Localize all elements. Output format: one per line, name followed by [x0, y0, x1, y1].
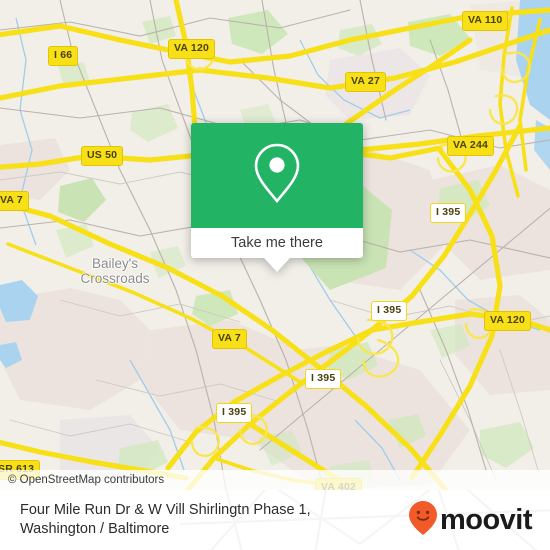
map-canvas[interactable]: .park { fill:#cfe8bb; } .wood { fill:#c9… [0, 0, 550, 490]
shield-i-395-d[interactable]: I 395 [216, 403, 253, 423]
shield-i-395-b[interactable]: I 395 [371, 301, 408, 321]
shield-i-395-a[interactable]: I 395 [430, 203, 467, 223]
place-label-bailey-s-crossroads: Bailey's Crossroads [80, 256, 150, 286]
shield-va-120-b[interactable]: VA 120 [484, 311, 532, 331]
shield-va-120[interactable]: VA 120 [168, 39, 216, 59]
stop-title: Four Mile Run Dr & W Vill Shirlingtn Pha… [20, 502, 311, 537]
shield-i-66[interactable]: I 66 [48, 46, 79, 66]
moovit-wordmark: moovit [439, 503, 533, 536]
shield-va-7-a[interactable]: VA 7 [0, 191, 29, 211]
shield-va-7-b[interactable]: VA 7 [212, 329, 247, 349]
map-pin-icon [251, 141, 303, 210]
shield-va-27[interactable]: VA 27 [345, 72, 387, 92]
osm-attribution[interactable]: © OpenStreetMap contributors [0, 470, 550, 490]
bottom-info-bar: Four Mile Run Dr & W Vill Shirlingtn Pha… [0, 490, 550, 550]
moovit-smiley-pin-icon [408, 500, 438, 541]
popup-tail-pointer [264, 258, 290, 272]
popup-footer[interactable]: Take me there [191, 228, 363, 272]
shield-i-395-c[interactable]: I 395 [305, 369, 342, 389]
stop-popup-card[interactable]: Take me there [191, 123, 363, 272]
moovit-logo[interactable]: moovit [408, 500, 536, 541]
take-me-there-label: Take me there [231, 235, 323, 251]
shield-va-110[interactable]: VA 110 [462, 11, 509, 31]
shield-va-244[interactable]: VA 244 [447, 136, 495, 156]
popup-header [191, 123, 363, 228]
moovit-stop-map-screen: .park { fill:#cfe8bb; } .wood { fill:#c9… [0, 0, 550, 550]
shield-us-50[interactable]: US 50 [81, 146, 124, 166]
